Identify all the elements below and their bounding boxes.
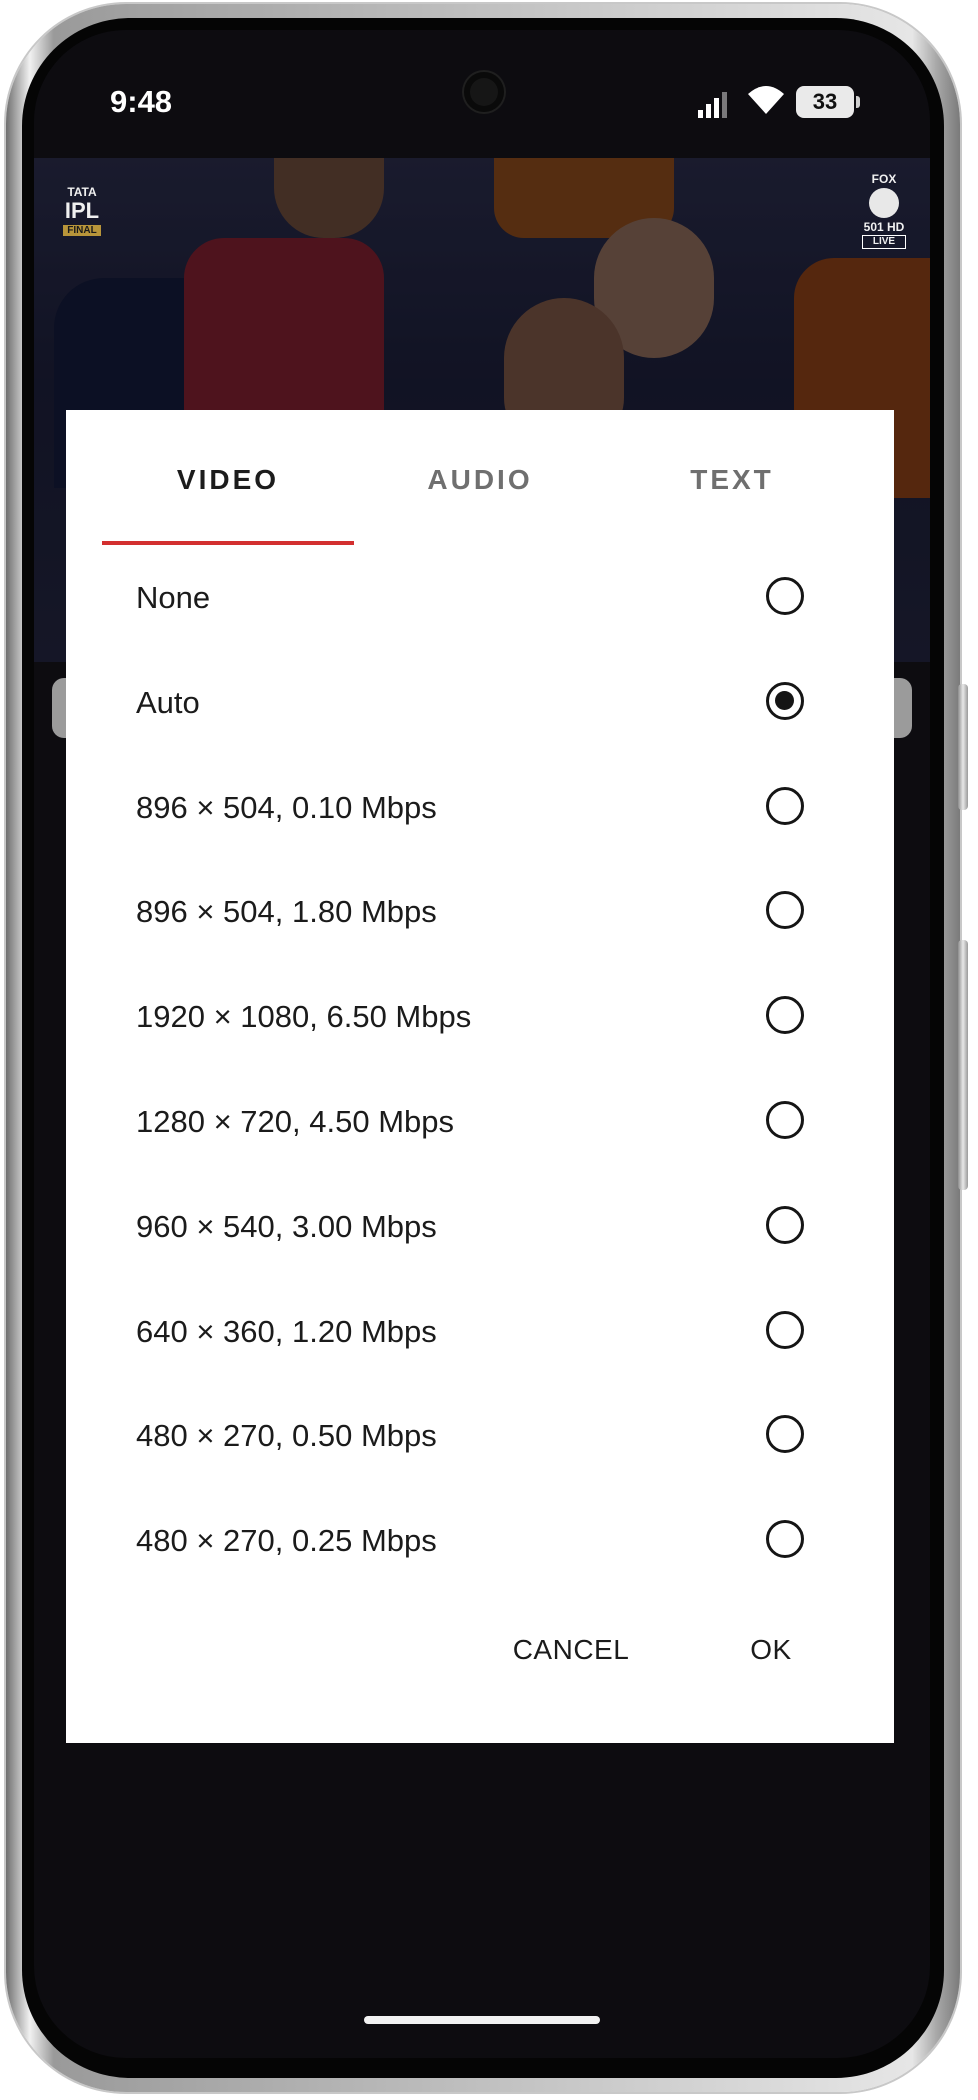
option-label: 896 × 504, 0.10 Mbps <box>136 789 437 825</box>
battery-level: 33 <box>812 89 838 114</box>
radio-button[interactable] <box>766 1520 804 1559</box>
track-option[interactable]: 1920 × 1080, 6.50 Mbps <box>66 965 894 1070</box>
battery-icon: 33 <box>796 86 860 118</box>
ipl-logo: TATA IPL FINAL <box>50 185 114 242</box>
track-option[interactable]: 896 × 504, 0.10 Mbps <box>66 756 894 861</box>
ok-button[interactable]: OK <box>726 1610 816 1690</box>
status-time: 9:48 <box>110 84 173 119</box>
screen: 9:48 33 TATA IPL FINAL FOX 501 HD LIVE V… <box>34 30 930 2058</box>
track-selection-dialog: VIDEO AUDIO TEXT None Auto 896 × 504, 0.… <box>66 410 894 1743</box>
status-bar: 9:48 33 <box>34 30 930 158</box>
fox-logo: FOX 501 HD LIVE <box>862 172 906 249</box>
cricket-ball-icon <box>869 188 899 219</box>
fox-logo-line1: FOX <box>871 172 897 186</box>
home-indicator[interactable] <box>364 2016 600 2024</box>
dialog-actions: CANCEL OK <box>66 1610 894 1690</box>
tab-text[interactable]: TEXT <box>606 450 858 546</box>
radio-button[interactable] <box>766 1100 804 1139</box>
power-button <box>958 684 968 810</box>
tab-bar: VIDEO AUDIO TEXT <box>66 410 894 546</box>
tab-audio[interactable]: AUDIO <box>354 450 606 546</box>
radio-button[interactable] <box>766 1310 804 1349</box>
track-option[interactable]: 480 × 270, 0.50 Mbps <box>66 1384 894 1489</box>
signal-icon <box>698 92 727 118</box>
track-option-none[interactable]: None <box>66 546 894 651</box>
volume-button <box>958 940 968 1190</box>
track-option-auto[interactable]: Auto <box>66 651 894 756</box>
option-label: 480 × 270, 0.25 Mbps <box>136 1523 437 1559</box>
option-label: None <box>136 580 211 615</box>
track-option[interactable]: 896 × 504, 1.80 Mbps <box>66 860 894 965</box>
track-option[interactable]: 1280 × 720, 4.50 Mbps <box>66 1070 894 1175</box>
radio-button[interactable] <box>766 1415 804 1454</box>
radio-button[interactable] <box>766 1205 804 1244</box>
option-label: Auto <box>136 684 200 720</box>
live-badge: LIVE <box>862 234 906 249</box>
ipl-logo-line2: IPL <box>64 198 100 224</box>
option-label: 1280 × 720, 4.50 Mbps <box>136 1103 454 1139</box>
option-label: 1920 × 1080, 6.50 Mbps <box>136 999 472 1035</box>
radio-button[interactable] <box>766 891 804 930</box>
option-label: 896 × 504, 1.80 Mbps <box>136 894 437 930</box>
wifi-icon <box>748 86 784 114</box>
option-label: 480 × 270, 0.50 Mbps <box>136 1418 437 1454</box>
track-option[interactable]: 480 × 270, 0.25 Mbps <box>66 1489 894 1594</box>
cancel-button[interactable]: CANCEL <box>496 1610 646 1690</box>
fox-logo-line2: 501 HD <box>863 220 905 235</box>
radio-button[interactable] <box>766 577 804 615</box>
track-option[interactable]: 640 × 360, 1.20 Mbps <box>66 1280 894 1385</box>
track-options-list: None Auto 896 × 504, 0.10 Mbps 896 × 504… <box>66 546 894 1594</box>
tab-indicator <box>102 541 354 545</box>
radio-button[interactable] <box>766 786 804 825</box>
tab-video[interactable]: VIDEO <box>102 450 354 546</box>
track-option[interactable]: 960 × 540, 3.00 Mbps <box>66 1175 894 1280</box>
ipl-logo-tag: FINAL <box>63 225 101 237</box>
option-label: 960 × 540, 3.00 Mbps <box>136 1208 437 1244</box>
radio-button[interactable] <box>766 996 804 1035</box>
camera-hole <box>464 72 504 112</box>
radio-button-selected[interactable] <box>766 681 804 720</box>
option-label: 640 × 360, 1.20 Mbps <box>136 1313 437 1349</box>
